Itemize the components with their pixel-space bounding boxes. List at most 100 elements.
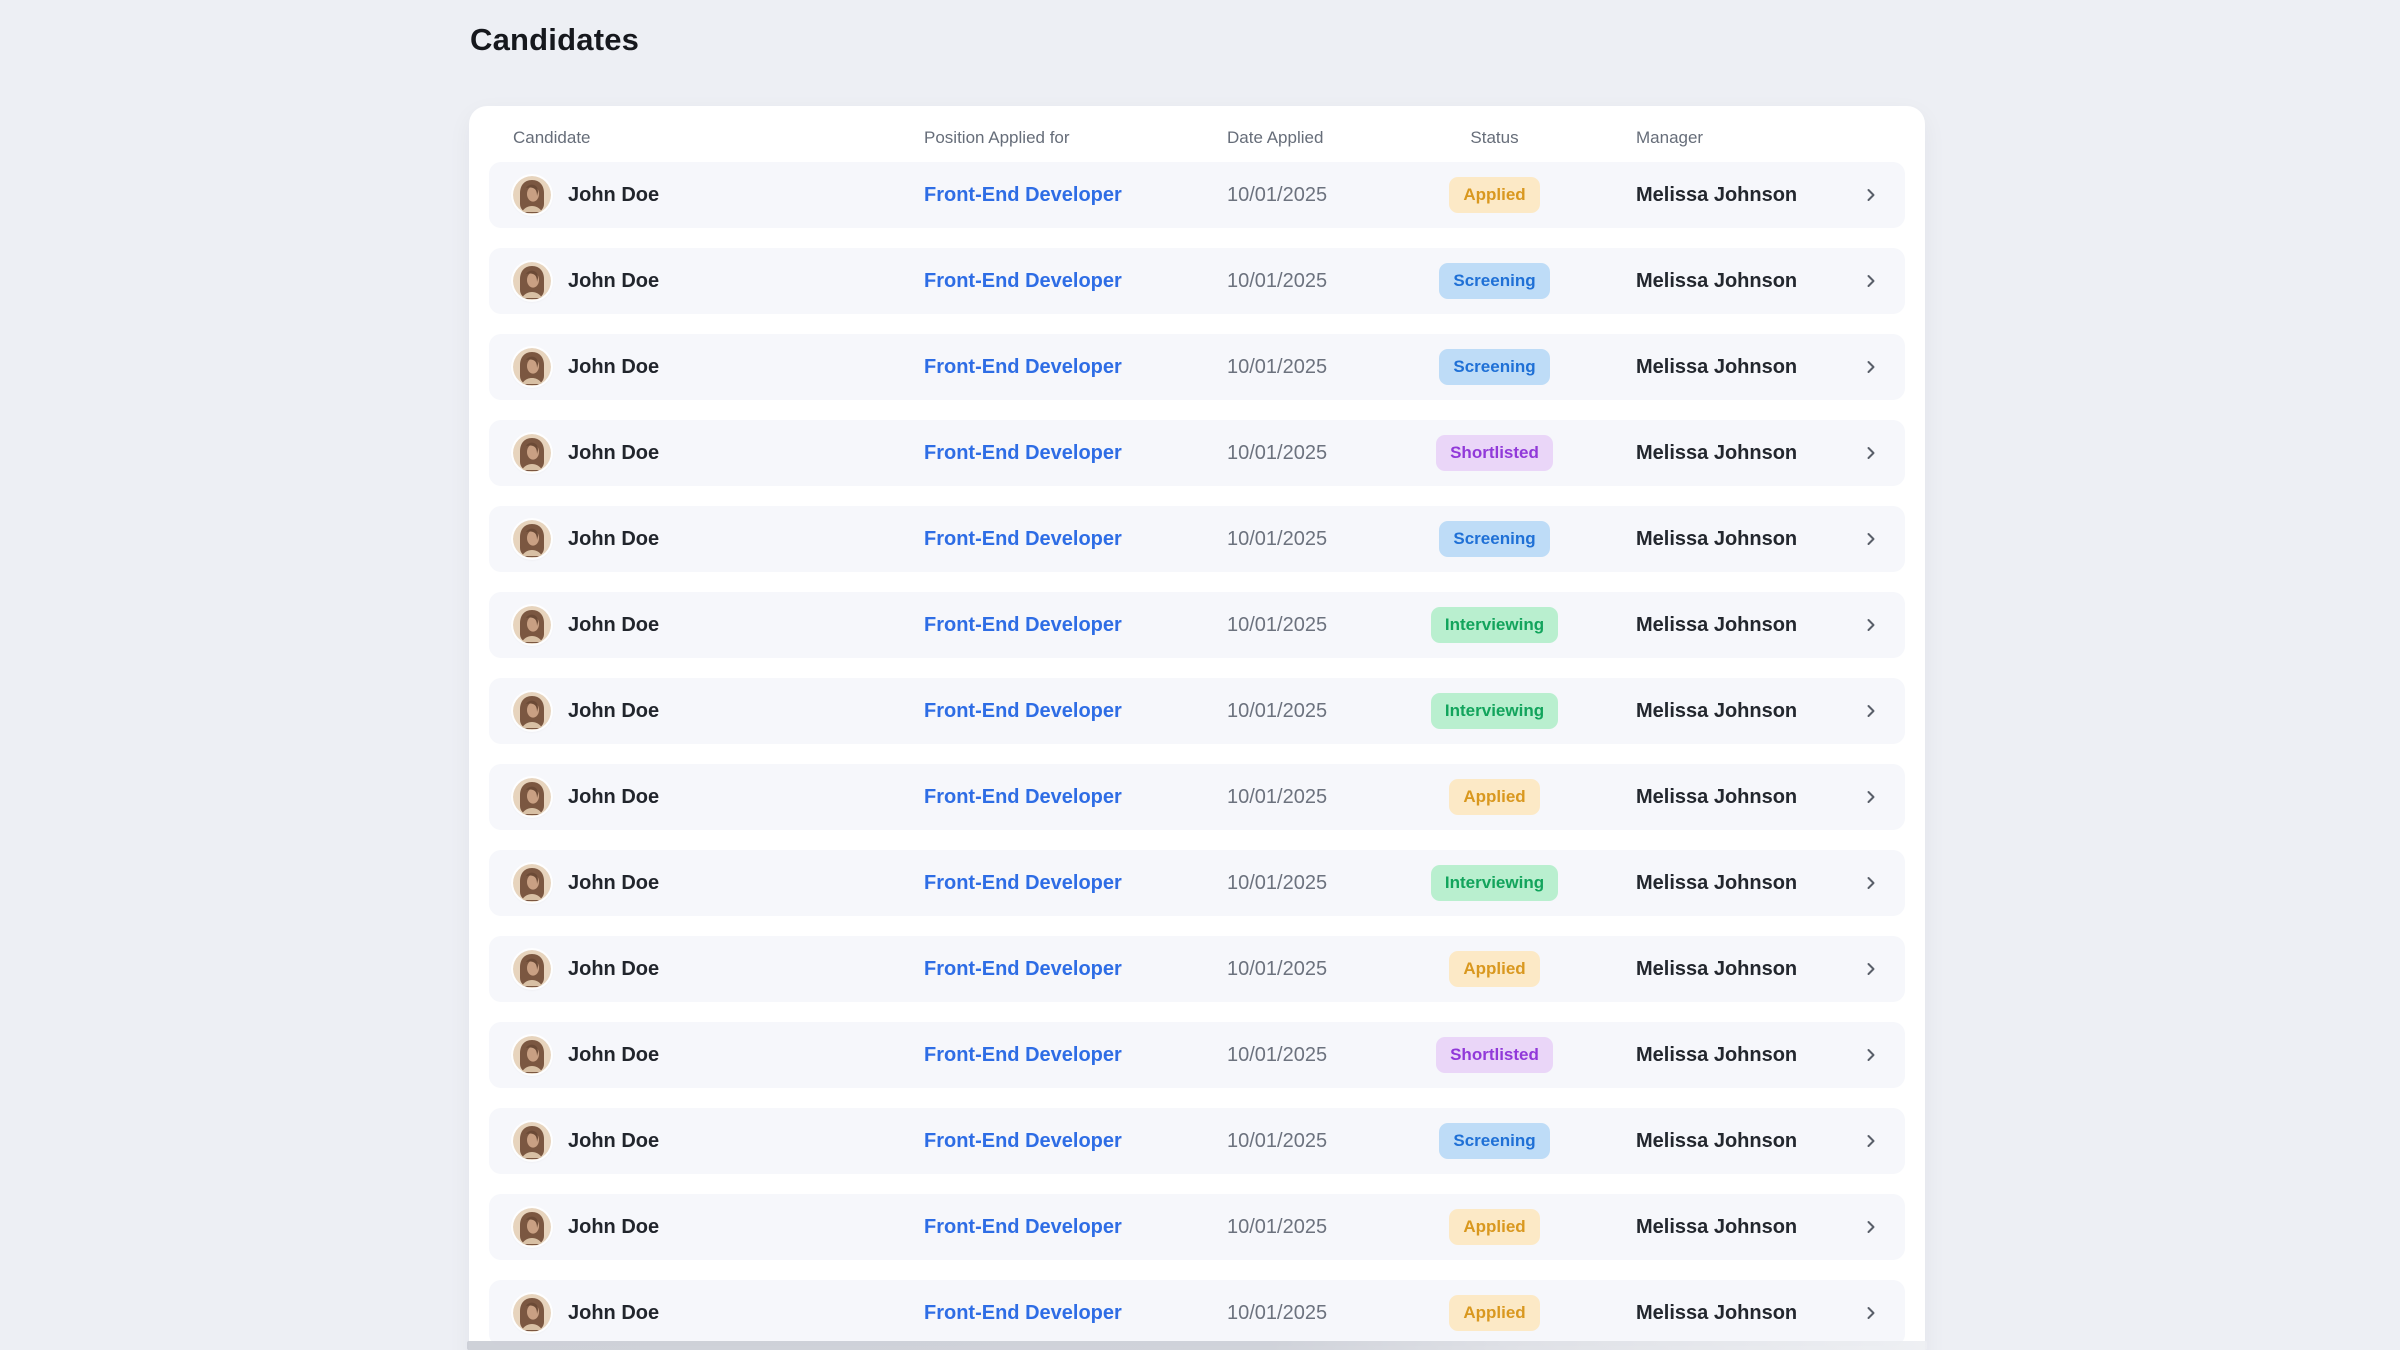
status-badge: Interviewing (1431, 865, 1558, 901)
candidate-name: John Doe (568, 356, 659, 379)
chevron-right-icon[interactable] (1861, 529, 1881, 549)
chevron-right-icon[interactable] (1861, 1303, 1881, 1323)
position-link[interactable]: Front-End Developer (924, 442, 1122, 465)
table-row[interactable]: John Doe Front-End Developer 10/01/2025 … (489, 420, 1905, 486)
table-row[interactable]: John Doe Front-End Developer 10/01/2025 … (489, 850, 1905, 916)
table-row[interactable]: John Doe Front-End Developer 10/01/2025 … (489, 592, 1905, 658)
avatar (513, 1122, 551, 1160)
candidate-cell: John Doe (513, 1294, 924, 1332)
table-row[interactable]: John Doe Front-End Developer 10/01/2025 … (489, 1022, 1905, 1088)
position-link[interactable]: Front-End Developer (924, 700, 1122, 723)
candidate-name: John Doe (568, 614, 659, 637)
status-badge: Applied (1449, 1295, 1539, 1331)
date-applied: 10/01/2025 (1227, 1130, 1412, 1153)
position-link[interactable]: Front-End Developer (924, 1044, 1122, 1067)
position-link[interactable]: Front-End Developer (924, 1302, 1122, 1325)
manager-cell: Melissa Johnson (1577, 1302, 1851, 1325)
chevron-right-icon[interactable] (1861, 1045, 1881, 1065)
candidate-name: John Doe (568, 270, 659, 293)
table-row[interactable]: John Doe Front-End Developer 10/01/2025 … (489, 248, 1905, 314)
candidate-cell: John Doe (513, 262, 924, 300)
date-applied: 10/01/2025 (1227, 614, 1412, 637)
table-row[interactable]: John Doe Front-End Developer 10/01/2025 … (489, 936, 1905, 1002)
table-row[interactable]: John Doe Front-End Developer 10/01/2025 … (489, 1280, 1905, 1346)
manager-cell: Melissa Johnson (1577, 614, 1851, 637)
date-applied: 10/01/2025 (1227, 184, 1412, 207)
column-header-candidate: Candidate (513, 128, 924, 148)
chevron-right-icon[interactable] (1861, 959, 1881, 979)
manager-name: Melissa Johnson (1636, 1216, 1797, 1239)
avatar (513, 692, 551, 730)
manager-name: Melissa Johnson (1636, 614, 1797, 637)
candidate-name: John Doe (568, 1302, 659, 1325)
chevron-right-icon[interactable] (1861, 1217, 1881, 1237)
status-cell: Applied (1412, 1209, 1577, 1245)
position-link[interactable]: Front-End Developer (924, 184, 1122, 207)
manager-cell: Melissa Johnson (1577, 1216, 1851, 1239)
avatar (513, 1208, 551, 1246)
table-row[interactable]: John Doe Front-End Developer 10/01/2025 … (489, 506, 1905, 572)
table-row[interactable]: John Doe Front-End Developer 10/01/2025 … (489, 334, 1905, 400)
status-cell: Interviewing (1412, 693, 1577, 729)
manager-name: Melissa Johnson (1636, 1130, 1797, 1153)
position-link[interactable]: Front-End Developer (924, 872, 1122, 895)
position-cell: Front-End Developer (924, 1044, 1227, 1067)
status-badge: Applied (1449, 1209, 1539, 1245)
avatar (513, 1036, 551, 1074)
page-title: Candidates (470, 22, 639, 58)
avatar (513, 606, 551, 644)
position-link[interactable]: Front-End Developer (924, 786, 1122, 809)
position-link[interactable]: Front-End Developer (924, 1130, 1122, 1153)
position-cell: Front-End Developer (924, 442, 1227, 465)
status-badge: Applied (1449, 951, 1539, 987)
chevron-right-icon[interactable] (1861, 787, 1881, 807)
table-row[interactable]: John Doe Front-End Developer 10/01/2025 … (489, 162, 1905, 228)
position-link[interactable]: Front-End Developer (924, 1216, 1122, 1239)
chevron-right-icon[interactable] (1861, 443, 1881, 463)
candidate-cell: John Doe (513, 606, 924, 644)
position-cell: Front-End Developer (924, 1302, 1227, 1325)
candidate-name: John Doe (568, 528, 659, 551)
position-link[interactable]: Front-End Developer (924, 958, 1122, 981)
avatar (513, 1294, 551, 1332)
manager-cell: Melissa Johnson (1577, 528, 1851, 551)
table-row[interactable]: John Doe Front-End Developer 10/01/2025 … (489, 1108, 1905, 1174)
chevron-right-icon[interactable] (1861, 185, 1881, 205)
chevron-right-icon[interactable] (1861, 873, 1881, 893)
manager-name: Melissa Johnson (1636, 270, 1797, 293)
chevron-right-icon[interactable] (1861, 271, 1881, 291)
position-link[interactable]: Front-End Developer (924, 270, 1122, 293)
position-cell: Front-End Developer (924, 356, 1227, 379)
table-row[interactable]: John Doe Front-End Developer 10/01/2025 … (489, 764, 1905, 830)
row-chevron-cell (1851, 787, 1881, 807)
avatar (513, 176, 551, 214)
status-badge: Applied (1449, 177, 1539, 213)
row-chevron-cell (1851, 959, 1881, 979)
row-chevron-cell (1851, 615, 1881, 635)
status-cell: Screening (1412, 263, 1577, 299)
chevron-right-icon[interactable] (1861, 615, 1881, 635)
avatar (513, 520, 551, 558)
candidate-name: John Doe (568, 1130, 659, 1153)
position-link[interactable]: Front-End Developer (924, 356, 1122, 379)
position-link[interactable]: Front-End Developer (924, 528, 1122, 551)
avatar (513, 348, 551, 386)
date-applied: 10/01/2025 (1227, 958, 1412, 981)
candidate-cell: John Doe (513, 1036, 924, 1074)
status-badge: Screening (1439, 521, 1549, 557)
column-header-position: Position Applied for (924, 128, 1227, 148)
chevron-right-icon[interactable] (1861, 1131, 1881, 1151)
candidate-cell: John Doe (513, 520, 924, 558)
chevron-right-icon[interactable] (1861, 701, 1881, 721)
table-row[interactable]: John Doe Front-End Developer 10/01/2025 … (489, 678, 1905, 744)
status-badge: Screening (1439, 1123, 1549, 1159)
chevron-right-icon[interactable] (1861, 357, 1881, 377)
table-row[interactable]: John Doe Front-End Developer 10/01/2025 … (489, 1194, 1905, 1260)
position-cell: Front-End Developer (924, 958, 1227, 981)
column-header-manager: Manager (1577, 128, 1851, 148)
status-cell: Applied (1412, 177, 1577, 213)
date-applied: 10/01/2025 (1227, 1302, 1412, 1325)
table-body: John Doe Front-End Developer 10/01/2025 … (469, 162, 1925, 1350)
position-link[interactable]: Front-End Developer (924, 614, 1122, 637)
candidate-name: John Doe (568, 872, 659, 895)
